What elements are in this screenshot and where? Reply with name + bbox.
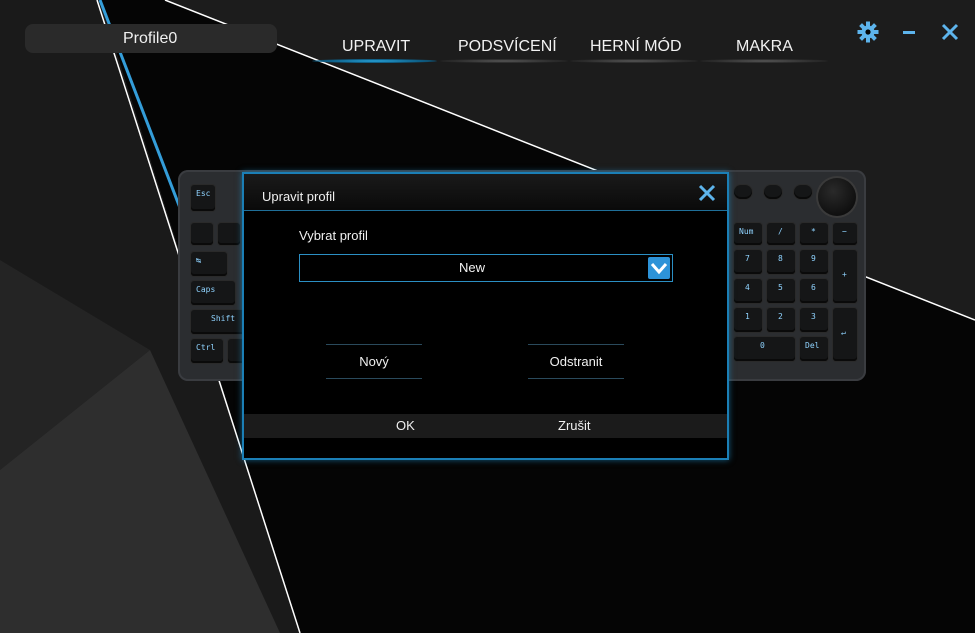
dropdown-toggle[interactable] xyxy=(648,257,670,279)
key-num-8[interactable]: 8 xyxy=(767,250,795,274)
key-num-star[interactable]: * xyxy=(800,223,828,245)
tab-label: UPRAVIT xyxy=(342,38,411,55)
delete-profile-button[interactable]: Odstranit xyxy=(528,344,624,379)
profile-name: Profile0 xyxy=(123,30,178,47)
chevron-down-icon xyxy=(650,263,668,275)
tab-label: PODSVÍCENÍ xyxy=(458,38,557,55)
key-num-minus[interactable]: − xyxy=(833,223,857,245)
key-esc[interactable]: Esc xyxy=(191,185,215,211)
key-num-5[interactable]: 5 xyxy=(767,279,795,303)
close-icon xyxy=(698,184,716,202)
key-num-1[interactable]: 1 xyxy=(734,308,762,332)
key-num-6[interactable]: 6 xyxy=(800,279,828,303)
key-num-3[interactable]: 3 xyxy=(800,308,828,332)
tab-label: MAKRA xyxy=(736,38,793,55)
key-ctrl[interactable]: Ctrl xyxy=(191,339,223,363)
tab-label: HERNÍ MÓD xyxy=(590,38,682,55)
ok-button[interactable]: OK xyxy=(396,414,415,438)
new-profile-button[interactable]: Nový xyxy=(326,344,422,379)
media-key-next[interactable] xyxy=(794,185,812,199)
key-shift[interactable]: Shift xyxy=(191,310,247,334)
edit-profile-dialog: Upravit profil Vybrat profil New Nový Od… xyxy=(242,172,729,460)
key-tab[interactable]: ↹ xyxy=(191,252,227,276)
profile-dropdown[interactable]: New xyxy=(299,254,673,282)
key-num-plus[interactable]: + xyxy=(833,250,857,303)
key-num-0[interactable]: 0 xyxy=(734,337,795,361)
dialog-title: Upravit profil xyxy=(262,189,335,204)
profile-selector[interactable]: Profile0 xyxy=(25,24,277,53)
media-key-play[interactable] xyxy=(764,185,782,199)
key-num-9[interactable]: 9 xyxy=(800,250,828,274)
cancel-button[interactable]: Zrušit xyxy=(558,414,591,438)
tab-indicator xyxy=(700,59,828,63)
key-1[interactable] xyxy=(218,223,240,245)
key-tilde[interactable] xyxy=(191,223,213,245)
key-num-slash[interactable]: / xyxy=(767,223,795,245)
key-num-2[interactable]: 2 xyxy=(767,308,795,332)
dialog-footer: OK Zrušit xyxy=(244,414,727,438)
key-num-4[interactable]: 4 xyxy=(734,279,762,303)
dialog-titlebar: Upravit profil xyxy=(244,174,727,211)
key-caps[interactable]: Caps xyxy=(191,281,235,305)
key-num-7[interactable]: 7 xyxy=(734,250,762,274)
dropdown-value: New xyxy=(458,260,485,275)
dialog-close-button[interactable] xyxy=(697,183,717,203)
tab-indicator xyxy=(440,59,568,63)
minimize-icon xyxy=(903,31,915,34)
key-numlock[interactable]: Num xyxy=(734,223,762,245)
select-profile-label: Vybrat profil xyxy=(299,228,368,243)
key-num-del[interactable]: Del xyxy=(800,337,828,361)
tab-active-indicator xyxy=(312,59,437,63)
settings-button[interactable] xyxy=(856,20,880,44)
volume-knob[interactable] xyxy=(818,178,856,216)
gear-icon xyxy=(857,21,879,43)
tab-indicator xyxy=(570,59,698,63)
media-key-prev[interactable] xyxy=(734,185,752,199)
minimize-button[interactable] xyxy=(897,20,921,44)
close-button[interactable] xyxy=(938,20,962,44)
key-num-enter[interactable]: ↵ xyxy=(833,308,857,361)
close-icon xyxy=(941,23,959,41)
